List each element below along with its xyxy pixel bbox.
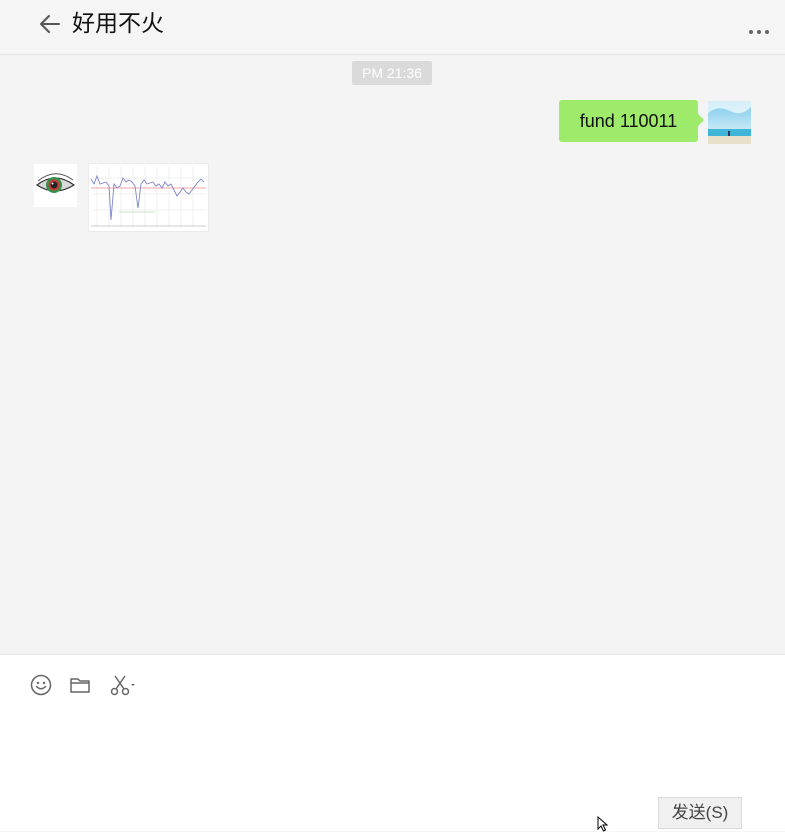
back-arrow-icon[interactable] — [36, 10, 64, 38]
send-button[interactable]: 发送(S) — [658, 797, 742, 829]
contact-avatar[interactable] — [34, 164, 77, 207]
more-icon[interactable] — [747, 24, 771, 38]
chat-header: 好用不火 — [0, 0, 785, 55]
timestamp-badge: PM 21:36 — [352, 61, 432, 85]
emoji-icon[interactable] — [29, 673, 53, 697]
scissors-icon[interactable] — [108, 673, 138, 697]
chart-image-message[interactable] — [88, 163, 209, 232]
self-avatar[interactable] — [708, 101, 751, 144]
chart-thumbnail-graphic — [89, 164, 208, 231]
composer[interactable]: 发送(S) — [0, 654, 785, 831]
chat-title: 好用不火 — [72, 10, 164, 36]
folder-icon[interactable] — [68, 673, 92, 697]
message-list[interactable]: PM 21:36 fund 110011 — [0, 55, 785, 654]
outgoing-message-bubble[interactable]: fund 110011 — [559, 100, 704, 142]
